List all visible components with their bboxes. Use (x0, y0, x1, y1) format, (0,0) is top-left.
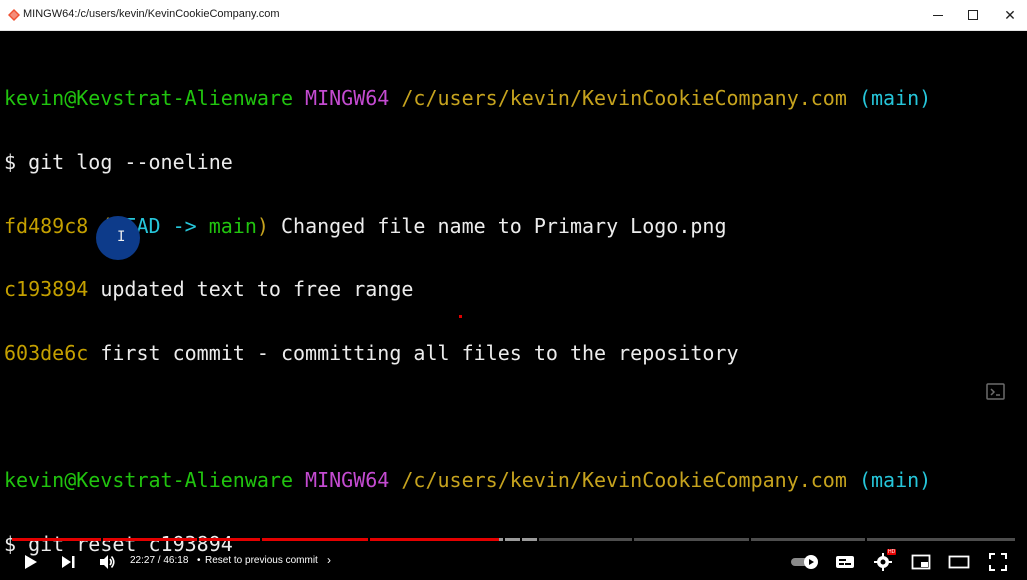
terminal-output[interactable]: kevin@Kevstrat-Alienware MINGW64 /c/user… (4, 46, 931, 576)
miniplayer-button[interactable] (908, 544, 934, 580)
window-titlebar: MINGW64:/c/users/kevin/KevinCookieCompan… (0, 0, 1027, 31)
progress-bar[interactable] (12, 538, 1015, 541)
time-display: 22:27 / 46:18 (130, 555, 189, 566)
progress-played (12, 538, 499, 541)
fullscreen-button[interactable] (985, 544, 1011, 580)
commit-message: updated text to free range (100, 277, 414, 302)
prompt-branch: (main) (858, 86, 932, 111)
commit-message: Changed file name to Primary Logo.png (280, 213, 727, 238)
window-overlay-icon[interactable] (984, 380, 1008, 404)
prompt-path: /c/users/kevin/KevinCookieCompany.com (401, 86, 847, 111)
prompt-env: MINGW64 (305, 467, 390, 492)
theater-mode-button[interactable] (946, 544, 972, 580)
ibeam-cursor-icon: I (117, 229, 126, 245)
commit-hash: fd489c8 (4, 213, 89, 238)
minimize-button[interactable] (927, 4, 949, 26)
theater-icon (948, 555, 970, 569)
volume-icon (100, 555, 115, 569)
chapter-gap (260, 538, 262, 541)
subtitles-button[interactable] (832, 544, 858, 580)
next-button[interactable] (55, 544, 81, 580)
red-dot-marker (459, 315, 462, 318)
prompt-branch: (main) (858, 467, 932, 492)
autoplay-toggle[interactable] (789, 544, 821, 580)
chapter-gap (632, 538, 634, 541)
chapter-gap (368, 538, 370, 541)
subtitles-icon (836, 556, 854, 568)
command-line: $ git log --oneline (4, 150, 233, 174)
maximize-icon (968, 10, 978, 20)
chevron-right-icon[interactable]: › (327, 553, 331, 567)
prompt-path: /c/users/kevin/KevinCookieCompany.com (401, 467, 847, 492)
chapter-gap (520, 538, 522, 541)
prompt-line: kevin@Kevstrat-Alienware MINGW64 /c/user… (4, 88, 931, 109)
git-bash-icon (8, 9, 20, 21)
play-button[interactable] (16, 544, 44, 580)
maximize-button[interactable] (962, 4, 984, 26)
prompt-line: kevin@Kevstrat-Alienware MINGW64 /c/user… (4, 467, 932, 492)
settings-icon (874, 553, 892, 571)
hd-badge: HD (887, 549, 897, 555)
fullscreen-icon (989, 553, 1007, 571)
autoplay-toggle-icon (791, 555, 818, 569)
chapter-title[interactable]: Reset to previous commit (205, 555, 318, 566)
log-entry: 603de6c first commit - committing all fi… (4, 340, 931, 365)
settings-button[interactable]: HD (870, 544, 897, 580)
volume-button[interactable] (94, 544, 120, 580)
chapter-gap (503, 538, 505, 541)
prompt-user-host: kevin@Kevstrat-Alienware (4, 467, 293, 492)
prompt-user-host: kevin@Kevstrat-Alienware (4, 86, 293, 111)
next-icon (62, 556, 75, 568)
chapter-separator: • (197, 555, 201, 566)
chapter-gap (865, 538, 867, 541)
ref-paren-close: ) (256, 213, 269, 238)
minimize-icon (933, 15, 943, 16)
close-button[interactable]: ✕ (999, 4, 1021, 26)
commit-message: first commit - committing all files to t… (100, 340, 739, 365)
log-entry: fd489c8 (HEAD -> main) Changed file name… (4, 213, 931, 238)
log-entry: c193894 updated text to free range (4, 279, 931, 300)
ref-branch: main (208, 213, 257, 238)
chapter-gap (537, 538, 539, 541)
chapter-gap (749, 538, 751, 541)
window-title: MINGW64:/c/users/kevin/KevinCookieCompan… (23, 8, 280, 20)
miniplayer-icon (911, 554, 931, 570)
prompt-env: MINGW64 (305, 86, 390, 111)
commit-hash: 603de6c (4, 340, 89, 365)
close-icon: ✕ (1004, 7, 1016, 23)
chapter-gap (197, 538, 199, 541)
chapter-gap (101, 538, 103, 541)
player-controls: 22:27 / 46:18 • Reset to previous commit… (0, 544, 1027, 580)
commit-hash: c193894 (4, 277, 89, 302)
play-icon (25, 555, 37, 569)
